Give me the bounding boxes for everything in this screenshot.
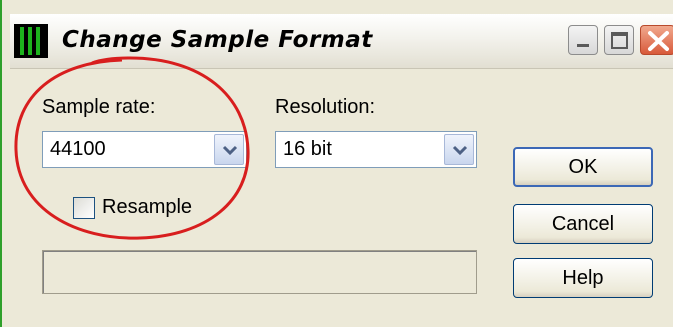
sample-rate-select[interactable]: 44100 xyxy=(42,131,247,168)
resolution-select[interactable]: 16 bit xyxy=(275,131,477,168)
cancel-button[interactable]: Cancel xyxy=(513,204,653,244)
resample-checkbox[interactable] xyxy=(73,197,95,219)
close-icon xyxy=(648,31,669,51)
status-field xyxy=(42,250,477,294)
title-bar[interactable]: Change Sample Format xyxy=(10,14,673,69)
minimize-icon xyxy=(577,44,589,47)
help-button[interactable]: Help xyxy=(513,258,653,298)
minimize-button[interactable] xyxy=(568,25,598,55)
chevron-down-icon xyxy=(222,145,238,156)
window-title: Change Sample Format xyxy=(62,27,373,53)
close-button[interactable] xyxy=(640,25,673,55)
ok-button[interactable]: OK xyxy=(513,147,653,187)
waveform-app-icon xyxy=(14,24,48,58)
maximize-icon xyxy=(611,32,628,49)
maximize-button[interactable] xyxy=(604,25,634,55)
resample-label[interactable]: Resample xyxy=(102,196,192,219)
resolution-value: 16 bit xyxy=(283,138,332,160)
sample-rate-label: Sample rate: xyxy=(42,96,156,118)
change-sample-format-dialog: Change Sample Format Sample rate: 44100 xyxy=(0,0,673,327)
sample-rate-value: 44100 xyxy=(50,138,106,160)
resolution-label: Resolution: xyxy=(275,96,376,118)
sample-rate-dropdown-button[interactable] xyxy=(214,134,244,165)
chevron-down-icon xyxy=(452,145,468,156)
resolution-dropdown-button[interactable] xyxy=(444,134,474,165)
